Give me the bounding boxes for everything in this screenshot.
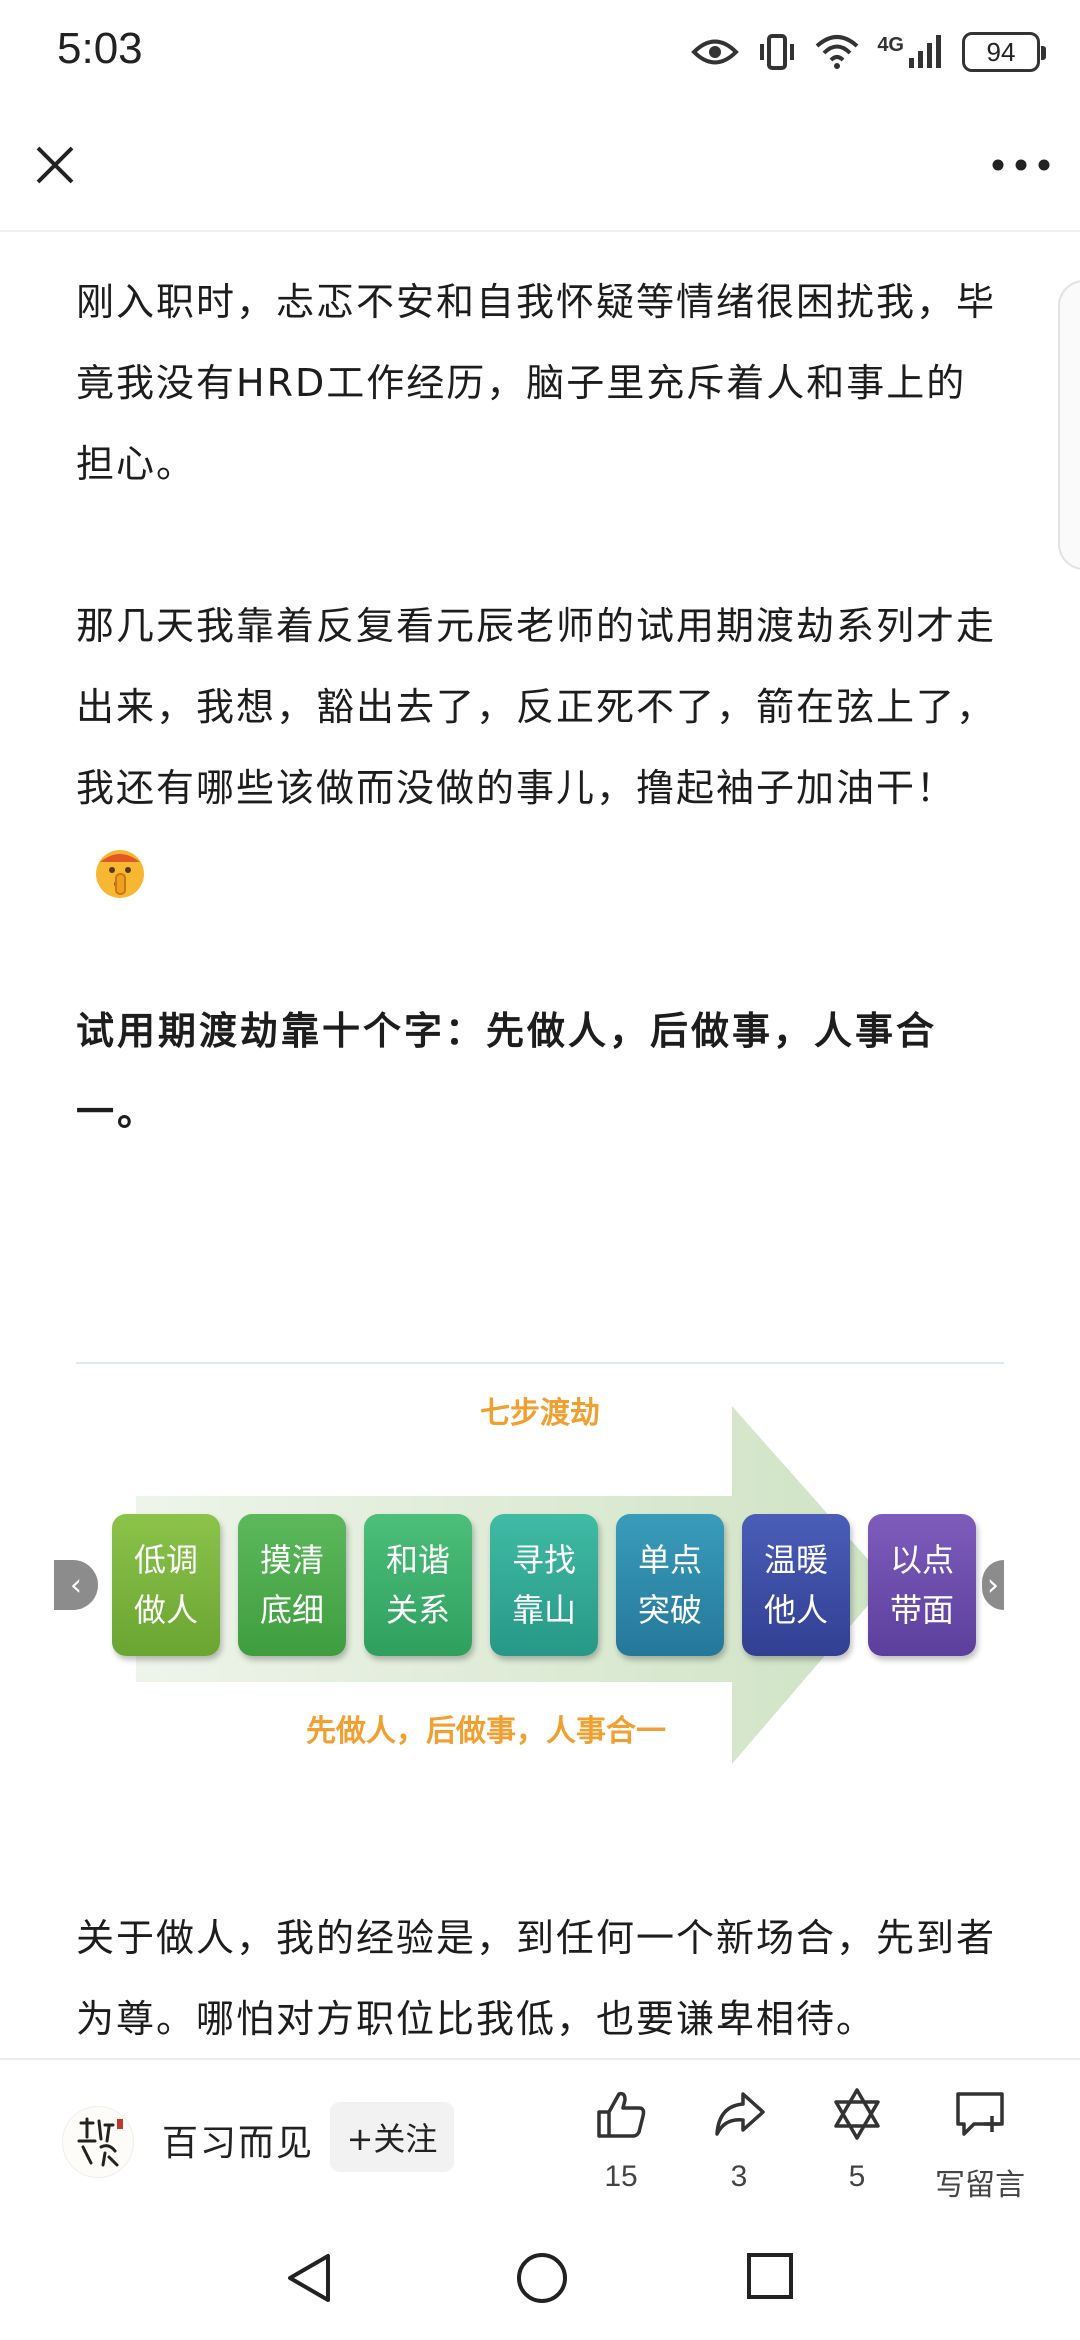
paragraph-2: 那几天我靠着反复看元辰老师的试用期渡劫系列才走出来，我想，豁出去了，反正死不了，… [76, 586, 1006, 910]
thumbs-up-icon [597, 2091, 646, 2138]
comment-label: 写留言 [935, 2169, 1025, 2202]
step-7-line2: 带面 [889, 1591, 954, 1629]
author-name[interactable]: 百习而见 [162, 2114, 314, 2166]
shushing-face-emoji [96, 849, 144, 898]
step-2: 摸清 底细 [238, 1514, 346, 1656]
step-1-line2: 做人 [133, 1591, 198, 1629]
top-nav [0, 110, 1080, 230]
article-body-continued: 关于做人，我的经验是，到任何一个新场合，先到者为尊。哪怕对方职位比我低，也要谦卑… [76, 1898, 1006, 2060]
step-6-line2: 他人 [763, 1591, 828, 1629]
step-3-line2: 关系 [385, 1591, 450, 1629]
paragraph-3-bold: 试用期渡劫靠十个字：先做人，后做事，人事合一。 [76, 1009, 938, 1134]
step-4: 寻找 靠山 [490, 1514, 598, 1656]
favorite-button[interactable]: 5 [802, 2086, 912, 2206]
step-6: 温暖 他人 [742, 1514, 850, 1656]
battery-icon: 94 [962, 32, 1046, 72]
more-dots-icon[interactable] [990, 150, 1052, 180]
seven-steps-infographic: 七步渡劫 ‹ 低调做人 摸清底细 和谐关系 寻找靠山 单点突破 温暖他人 以点带… [54, 1362, 1004, 1772]
step-4-line1: 寻找 [511, 1541, 576, 1579]
step-1: 低调 做人 [112, 1514, 220, 1656]
article-body: 刚入职时，忐忑不安和自我怀疑等情绪很困扰我，毕竟我没有HRD工作经历，脑子里充斥… [76, 262, 1006, 1153]
step-1-line1: 低调 [133, 1541, 198, 1579]
share-arrow-icon [715, 2092, 765, 2136]
author-avatar[interactable] [62, 2106, 134, 2178]
step-4-line2: 靠山 [511, 1591, 576, 1629]
like-count: 15 [604, 2160, 638, 2193]
step-3: 和谐 关系 [364, 1514, 472, 1656]
nav-divider [0, 230, 1080, 232]
back-triangle-icon[interactable] [284, 2250, 334, 2306]
close-icon[interactable] [30, 140, 80, 190]
side-scroll-handle[interactable] [1058, 280, 1080, 570]
step-2-line2: 底细 [259, 1591, 324, 1629]
paragraph-1: 刚入职时，忐忑不安和自我怀疑等情绪很困扰我，毕竟我没有HRD工作经历，脑子里充斥… [76, 280, 997, 486]
star-of-david-icon [834, 2088, 880, 2140]
vibrate-icon [760, 34, 795, 70]
eye-icon [691, 39, 740, 65]
write-comment-button[interactable]: 写留言 [920, 2086, 1040, 2206]
paragraph-4: 关于做人，我的经验是，到任何一个新场合，先到者为尊。哪怕对方职位比我低，也要谦卑… [76, 1916, 997, 2041]
step-2-line1: 摸清 [259, 1541, 324, 1579]
like-button[interactable]: 15 [566, 2086, 676, 2206]
calligraphy-logo [77, 2117, 123, 2167]
step-7-line1: 以点 [889, 1541, 954, 1579]
home-circle-icon[interactable] [514, 2250, 570, 2306]
step-5: 单点 突破 [616, 1514, 724, 1656]
infographic-subtitle: 先做人，后做事，人事合一 [306, 1714, 666, 1749]
step-5-line1: 单点 [637, 1541, 702, 1579]
system-nav-bar [0, 2220, 1080, 2340]
carousel-next-glyph: › [987, 1567, 999, 1603]
network-type: 4G [877, 34, 904, 56]
favorite-count: 5 [848, 2160, 866, 2193]
bottom-action-bar: 百习而见 +关注 15 3 5 写留言 [0, 2060, 1080, 2220]
step-3-line1: 和谐 [385, 1541, 450, 1579]
status-bar: 5:03 4G 94 [0, 0, 1080, 110]
signal-icon: 4G [877, 34, 944, 70]
recents-square-icon[interactable] [744, 2250, 796, 2302]
status-icons: 4G 94 [691, 28, 1046, 76]
step-5-line2: 突破 [637, 1591, 702, 1629]
carousel-prev-glyph: ‹ [70, 1567, 82, 1603]
wifi-icon [815, 35, 859, 69]
follow-button[interactable]: +关注 [330, 2102, 454, 2172]
comment-add-icon [956, 2092, 1004, 2136]
status-time: 5:03 [57, 24, 143, 73]
step-7: 以点 带面 [868, 1514, 976, 1656]
battery-level: 94 [986, 36, 1016, 67]
share-button[interactable]: 3 [684, 2086, 794, 2206]
paragraph-2-text: 那几天我靠着反复看元辰老师的试用期渡劫系列才走出来，我想，豁出去了，反正死不了，… [76, 604, 997, 810]
step-6-line1: 温暖 [763, 1541, 828, 1579]
share-count: 3 [730, 2160, 748, 2193]
infographic-title: 七步渡劫 [480, 1396, 600, 1431]
